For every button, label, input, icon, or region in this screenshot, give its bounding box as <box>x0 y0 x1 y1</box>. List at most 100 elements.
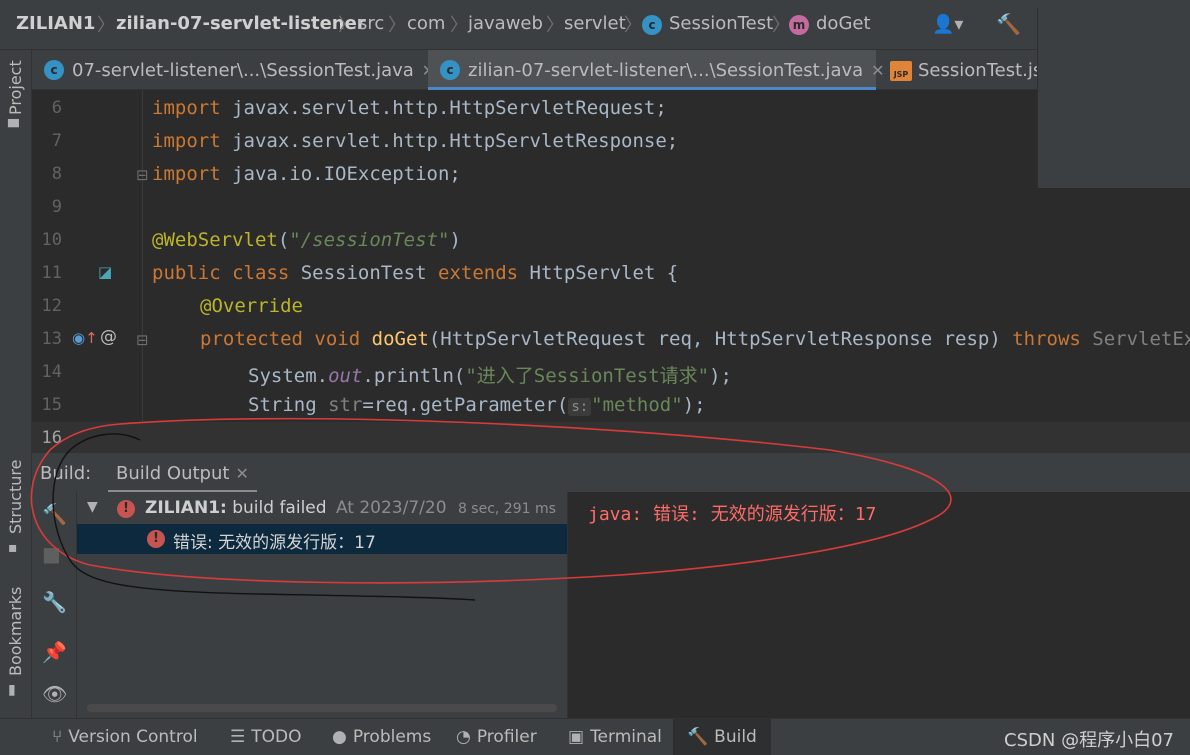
structure-tool-button[interactable]: Structure <box>6 460 25 534</box>
class-icon: c <box>440 60 460 80</box>
code-text: public class SessionTest extends HttpSer… <box>152 262 679 284</box>
folder-icon: ▀ <box>8 120 19 136</box>
problems-button[interactable]: ● Problems <box>332 719 431 755</box>
annotation-icon[interactable]: @ <box>100 327 117 347</box>
build-status: build failed <box>226 498 327 518</box>
breadcrumb-project[interactable]: ZILIAN1 <box>16 13 95 34</box>
line-number: 6 <box>51 98 62 118</box>
version-control-button[interactable]: ⑂ Version Control <box>52 719 198 755</box>
eye-icon[interactable]: 👁 <box>42 682 67 706</box>
close-icon[interactable]: ✕ <box>235 464 248 483</box>
parameter-hint: s: <box>568 398 592 416</box>
code-text: import javax.servlet.http.HttpServletReq… <box>152 97 667 119</box>
class-icon: c <box>44 60 64 80</box>
build-result-row[interactable]: ▼ ! ZILIAN1: build failed At 2023/7/20 8… <box>77 494 567 524</box>
wrench-icon[interactable]: 🔧 <box>42 590 67 614</box>
build-window-title: Build: <box>40 463 92 484</box>
line-number: 8 <box>51 164 62 184</box>
class-icon: c <box>642 15 662 35</box>
chevron-right-icon: 〉 <box>450 15 468 36</box>
code-line: 14 System.out.println("进入了SessionTest请求"… <box>32 356 1190 389</box>
pin-icon[interactable]: 📌 <box>42 640 67 664</box>
profiler-icon: ◔ <box>456 727 471 747</box>
breadcrumb-servlet[interactable]: servlet <box>564 13 626 34</box>
tab-label: SessionTest.jsp <box>918 60 1054 81</box>
terminal-icon: ▣ <box>568 727 585 747</box>
code-text: @Override <box>200 295 303 317</box>
tab-sessiontest-java-1[interactable]: c 07-servlet-listener\...\SessionTest.ja… <box>32 50 435 90</box>
line-number: 11 <box>41 263 62 283</box>
error-icon: ! <box>147 530 165 548</box>
bottom-tool-bar: ⑂ Version Control ☰ TODO ● Problems ◔ Profil… <box>0 718 1190 755</box>
tab-label: zilian-07-servlet-listener\...\SessionTe… <box>468 60 864 81</box>
build-project-name: ZILIAN1: <box>145 498 227 518</box>
rebuild-hammer-icon[interactable]: 🔨 <box>42 502 67 526</box>
line-number: 13 <box>41 329 62 349</box>
bookmark-icon: ▮ <box>8 682 16 698</box>
code-line: 9 <box>32 191 1190 224</box>
fold-icon[interactable]: ⊟ <box>136 331 149 349</box>
chevron-right-icon: 〉 <box>772 15 790 36</box>
build-error-message: 错误: 无效的源发行版：17 <box>173 533 376 553</box>
navigation-bar: ZILIAN1 〉 zilian-07-servlet-listener 〉 s… <box>0 0 1190 50</box>
editor-tabs: c 07-servlet-listener\...\SessionTest.ja… <box>32 50 1054 90</box>
line-number: 7 <box>51 131 62 151</box>
branch-icon: ⑂ <box>52 727 63 747</box>
problems-icon: ● <box>332 727 347 747</box>
code-line: 8 ⊟ import java.io.IOException; <box>32 158 1190 191</box>
fold-icon[interactable]: ⊟ <box>136 166 149 184</box>
web-servlet-icon[interactable]: ◪ <box>98 263 112 281</box>
code-line: 15 String str=req.getParameter(s: "method… <box>32 389 1190 422</box>
overlay-panel <box>1037 8 1190 188</box>
chevron-down-icon[interactable]: ▼ <box>87 499 98 515</box>
line-number: 9 <box>51 197 62 217</box>
override-icon[interactable]: ◉↑ <box>72 329 98 347</box>
build-toolbar: 🔨 ■ 🔧 📌 👁 <box>32 492 77 718</box>
chevron-right-icon: 〉 <box>546 15 564 36</box>
chevron-right-icon: 〉 <box>338 15 356 36</box>
breadcrumb-com[interactable]: com <box>407 13 445 34</box>
console-error-text: java: 错误: 无效的源发行版：17 <box>588 504 877 525</box>
breadcrumb-module[interactable]: zilian-07-servlet-listener <box>116 13 366 34</box>
code-line-current: 16 <box>32 422 1190 452</box>
tab-sessiontest-jsp[interactable]: JSP SessionTest.jsp <box>878 50 1054 90</box>
breadcrumb-javaweb[interactable]: javaweb <box>468 13 543 34</box>
code-line: 10 @WebServlet("/sessionTest") <box>32 224 1190 257</box>
code-line: 6 import javax.servlet.http.HttpServletR… <box>32 92 1190 125</box>
stop-icon[interactable]: ■ <box>42 542 61 566</box>
build-hammer-icon[interactable]: 🔨 <box>996 12 1021 36</box>
jsp-file-icon: JSP <box>890 61 912 81</box>
code-line: 11 ◪ public class SessionTest extends Ht… <box>32 257 1190 290</box>
structure-icon: ▪ <box>8 540 18 556</box>
breadcrumb-method[interactable]: doGet <box>816 13 871 34</box>
project-tool-button[interactable]: Project <box>6 60 25 115</box>
tab-sessiontest-java-2[interactable]: c zilian-07-servlet-listener\...\Session… <box>428 50 885 90</box>
code-editor[interactable]: 6 import javax.servlet.http.HttpServletR… <box>32 90 1190 452</box>
code-line: 7 import javax.servlet.http.HttpServletR… <box>32 125 1190 158</box>
build-button[interactable]: 🔨 Build <box>673 719 771 755</box>
watermark: CSDN @程序小白07 <box>1004 730 1174 751</box>
horizontal-scrollbar[interactable] <box>87 704 557 712</box>
hammer-icon: 🔨 <box>687 727 709 747</box>
code-text: String str=req.getParameter(s: "method"); <box>248 394 706 416</box>
code-text: @WebServlet("/sessionTest") <box>152 229 461 251</box>
profiler-button[interactable]: ◔ Profiler <box>456 719 537 755</box>
bookmarks-tool-button[interactable]: Bookmarks <box>6 587 25 676</box>
method-icon: m <box>789 15 809 35</box>
breadcrumb-src[interactable]: src <box>358 13 384 34</box>
chevron-right-icon: 〉 <box>624 15 642 36</box>
terminal-button[interactable]: ▣ Terminal <box>568 719 662 755</box>
build-output-tab[interactable]: Build Output ✕ <box>108 453 257 493</box>
code-text: import java.io.IOException; <box>152 163 461 185</box>
build-tree: ▼ ! ZILIAN1: build failed At 2023/7/20 8… <box>77 492 567 718</box>
user-dropdown-icon[interactable]: 👤▾ <box>932 14 963 35</box>
code-line: 13 ◉↑ @ ⊟ protected void doGet(HttpServl… <box>32 323 1190 356</box>
build-error-row[interactable]: ! 错误: 无效的源发行版：17 <box>77 524 567 554</box>
build-duration: 8 sec, 291 ms <box>457 501 556 517</box>
todo-button[interactable]: ☰ TODO <box>230 719 302 755</box>
build-console[interactable]: java: 错误: 无效的源发行版：17 <box>567 492 1190 718</box>
error-icon: ! <box>117 500 135 518</box>
code-text: protected void doGet(HttpServletRequest … <box>200 328 1190 350</box>
breadcrumb-class[interactable]: SessionTest <box>669 13 773 34</box>
chevron-right-icon: 〉 <box>388 15 406 36</box>
